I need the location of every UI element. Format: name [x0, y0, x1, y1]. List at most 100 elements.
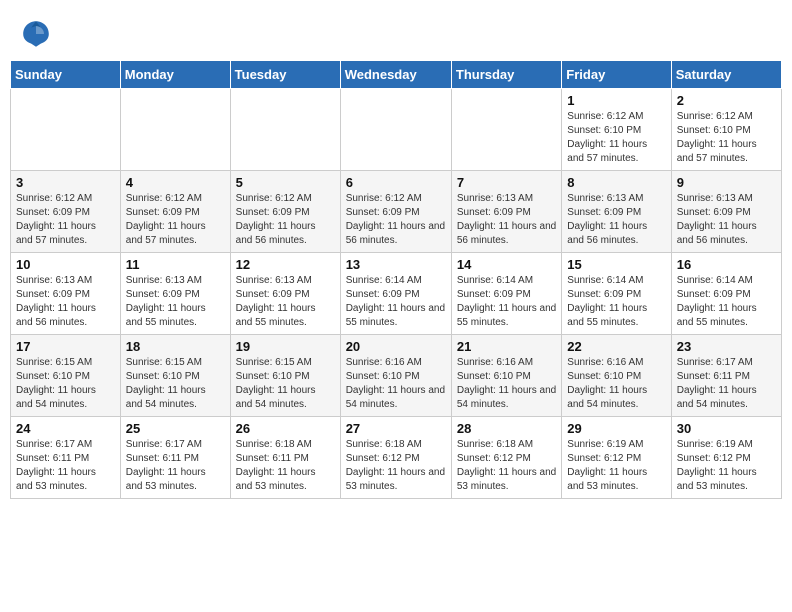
calendar-cell: 7Sunrise: 6:13 AM Sunset: 6:09 PM Daylig… — [451, 171, 561, 253]
day-number: 2 — [677, 93, 776, 108]
calendar-header-tuesday: Tuesday — [230, 61, 340, 89]
day-info: Sunrise: 6:13 AM Sunset: 6:09 PM Dayligh… — [457, 192, 556, 248]
day-info: Sunrise: 6:16 AM Sunset: 6:10 PM Dayligh… — [457, 356, 556, 412]
day-number: 26 — [236, 421, 335, 436]
day-info: Sunrise: 6:12 AM Sunset: 6:10 PM Dayligh… — [567, 110, 665, 166]
day-info: Sunrise: 6:13 AM Sunset: 6:09 PM Dayligh… — [567, 192, 665, 248]
day-number: 11 — [126, 257, 225, 272]
calendar-week-row-3: 10 Sunrise: 6:13 AM Sunset: 6:09 PM Dayli… — [11, 253, 782, 335]
calendar-header-thursday: Thursday — [451, 61, 561, 89]
calendar-cell: 4 Sunrise: 6:12 AM Sunset: 6:09 PM Daylig… — [120, 171, 230, 253]
day-number: 23 — [677, 339, 776, 354]
day-info: Sunrise: 6:12 AM Sunset: 6:09 PM Dayligh… — [236, 192, 335, 248]
day-info: Sunrise: 6:14 AM Sunset: 6:09 PM Dayligh… — [346, 274, 446, 330]
day-info: Sunrise: 6:16 AM Sunset: 6:10 PM Dayligh… — [346, 356, 446, 412]
day-number: 27 — [346, 421, 446, 436]
day-info: Sunrise: 6:15 AM Sunset: 6:10 PM Dayligh… — [16, 356, 115, 412]
calendar-cell: 3 Sunrise: 6:12 AM Sunset: 6:09 PM Daylig… — [11, 171, 121, 253]
calendar-header-monday: Monday — [120, 61, 230, 89]
calendar-cell: 11Sunrise: 6:13 AM Sunset: 6:09 PM Dayli… — [120, 253, 230, 335]
calendar-cell — [120, 89, 230, 171]
day-number: 17 — [16, 339, 115, 354]
day-info: Sunrise: 6:14 AM Sunset: 6:09 PM Dayligh… — [457, 274, 556, 330]
day-number: 12 — [236, 257, 335, 272]
calendar-cell: 29Sunrise: 6:19 AM Sunset: 6:12 PM Dayli… — [562, 417, 671, 499]
day-number: 4 — [126, 175, 225, 190]
calendar-cell: 1 Sunrise: 6:12 AM Sunset: 6:10 PM Daylig… — [562, 89, 671, 171]
day-info: Sunrise: 6:14 AM Sunset: 6:09 PM Dayligh… — [567, 274, 665, 330]
day-number: 19 — [236, 339, 335, 354]
calendar-cell: 16 Sunrise: 6:14 AM Sunset: 6:09 PM Dayli… — [671, 253, 781, 335]
day-info: Sunrise: 6:12 AM Sunset: 6:09 PM Dayligh… — [16, 192, 115, 248]
calendar-cell: 10 Sunrise: 6:13 AM Sunset: 6:09 PM Dayli… — [11, 253, 121, 335]
day-number: 15 — [567, 257, 665, 272]
day-info: Sunrise: 6:13 AM Sunset: 6:09 PM Dayligh… — [236, 274, 335, 330]
calendar-header-friday: Friday — [562, 61, 671, 89]
calendar-week-row-5: 24 Sunrise: 6:17 AM Sunset: 6:11 PM Dayli… — [11, 417, 782, 499]
calendar-cell: 27 Sunrise: 6:18 AM Sunset: 6:12 PM Dayli… — [340, 417, 451, 499]
day-info: Sunrise: 6:18 AM Sunset: 6:11 PM Dayligh… — [236, 438, 335, 494]
day-number: 6 — [346, 175, 446, 190]
day-info: Sunrise: 6:15 AM Sunset: 6:10 PM Dayligh… — [126, 356, 225, 412]
day-info: Sunrise: 6:14 AM Sunset: 6:09 PM Dayligh… — [677, 274, 776, 330]
calendar-cell: 23 Sunrise: 6:17 AM Sunset: 6:11 PM Dayli… — [671, 335, 781, 417]
calendar-cell: 25 Sunrise: 6:17 AM Sunset: 6:11 PM Dayli… — [120, 417, 230, 499]
calendar-cell: 12 Sunrise: 6:13 AM Sunset: 6:09 PM Dayli… — [230, 253, 340, 335]
calendar-cell: 28 Sunrise: 6:18 AM Sunset: 6:12 PM Dayli… — [451, 417, 561, 499]
day-info: Sunrise: 6:17 AM Sunset: 6:11 PM Dayligh… — [126, 438, 225, 494]
calendar-cell: 24 Sunrise: 6:17 AM Sunset: 6:11 PM Dayli… — [11, 417, 121, 499]
day-info: Sunrise: 6:18 AM Sunset: 6:12 PM Dayligh… — [346, 438, 446, 494]
day-number: 9 — [677, 175, 776, 190]
calendar-cell: 22 Sunrise: 6:16 AM Sunset: 6:10 PM Dayli… — [562, 335, 671, 417]
calendar-cell — [11, 89, 121, 171]
calendar-table: SundayMondayTuesdayWednesdayThursdayFrid… — [10, 60, 782, 499]
day-info: Sunrise: 6:18 AM Sunset: 6:12 PM Dayligh… — [457, 438, 556, 494]
calendar-cell: 6 Sunrise: 6:12 AM Sunset: 6:09 PM Daylig… — [340, 171, 451, 253]
day-info: Sunrise: 6:16 AM Sunset: 6:10 PM Dayligh… — [567, 356, 665, 412]
day-info: Sunrise: 6:19 AM Sunset: 6:12 PM Dayligh… — [567, 438, 665, 494]
day-number: 22 — [567, 339, 665, 354]
calendar-cell: 17 Sunrise: 6:15 AM Sunset: 6:10 PM Dayli… — [11, 335, 121, 417]
calendar-header-sunday: Sunday — [11, 61, 121, 89]
calendar-cell — [451, 89, 561, 171]
day-number: 30 — [677, 421, 776, 436]
day-number: 1 — [567, 93, 665, 108]
day-number: 8 — [567, 175, 665, 190]
calendar-cell: 2 Sunrise: 6:12 AM Sunset: 6:10 PM Daylig… — [671, 89, 781, 171]
page-header — [10, 10, 782, 54]
calendar-cell — [340, 89, 451, 171]
day-info: Sunrise: 6:12 AM Sunset: 6:09 PM Dayligh… — [126, 192, 225, 248]
day-info: Sunrise: 6:13 AM Sunset: 6:09 PM Dayligh… — [677, 192, 776, 248]
calendar-cell: 13 Sunrise: 6:14 AM Sunset: 6:09 PM Dayli… — [340, 253, 451, 335]
day-info: Sunrise: 6:13 AM Sunset: 6:09 PM Dayligh… — [16, 274, 115, 330]
day-number: 5 — [236, 175, 335, 190]
calendar-cell: 19Sunrise: 6:15 AM Sunset: 6:10 PM Dayli… — [230, 335, 340, 417]
day-number: 21 — [457, 339, 556, 354]
day-number: 18 — [126, 339, 225, 354]
calendar-cell: 15 Sunrise: 6:14 AM Sunset: 6:09 PM Dayli… — [562, 253, 671, 335]
calendar-cell: 14 Sunrise: 6:14 AM Sunset: 6:09 PM Dayli… — [451, 253, 561, 335]
day-number: 14 — [457, 257, 556, 272]
day-info: Sunrise: 6:17 AM Sunset: 6:11 PM Dayligh… — [16, 438, 115, 494]
calendar-cell: 8 Sunrise: 6:13 AM Sunset: 6:09 PM Daylig… — [562, 171, 671, 253]
day-number: 13 — [346, 257, 446, 272]
calendar-cell — [230, 89, 340, 171]
day-info: Sunrise: 6:12 AM Sunset: 6:09 PM Dayligh… — [346, 192, 446, 248]
calendar-week-row-2: 3 Sunrise: 6:12 AM Sunset: 6:09 PM Daylig… — [11, 171, 782, 253]
day-number: 3 — [16, 175, 115, 190]
calendar-header-wednesday: Wednesday — [340, 61, 451, 89]
day-number: 28 — [457, 421, 556, 436]
day-info: Sunrise: 6:12 AM Sunset: 6:10 PM Dayligh… — [677, 110, 776, 166]
calendar-cell: 30Sunrise: 6:19 AM Sunset: 6:12 PM Dayli… — [671, 417, 781, 499]
day-number: 16 — [677, 257, 776, 272]
calendar-cell: 26 Sunrise: 6:18 AM Sunset: 6:11 PM Dayli… — [230, 417, 340, 499]
calendar-header-row: SundayMondayTuesdayWednesdayThursdayFrid… — [11, 61, 782, 89]
calendar-cell: 20 Sunrise: 6:16 AM Sunset: 6:10 PM Dayli… — [340, 335, 451, 417]
calendar-week-row-4: 17 Sunrise: 6:15 AM Sunset: 6:10 PM Dayli… — [11, 335, 782, 417]
day-info: Sunrise: 6:17 AM Sunset: 6:11 PM Dayligh… — [677, 356, 776, 412]
calendar-header-saturday: Saturday — [671, 61, 781, 89]
day-number: 24 — [16, 421, 115, 436]
day-number: 10 — [16, 257, 115, 272]
day-number: 25 — [126, 421, 225, 436]
day-number: 20 — [346, 339, 446, 354]
